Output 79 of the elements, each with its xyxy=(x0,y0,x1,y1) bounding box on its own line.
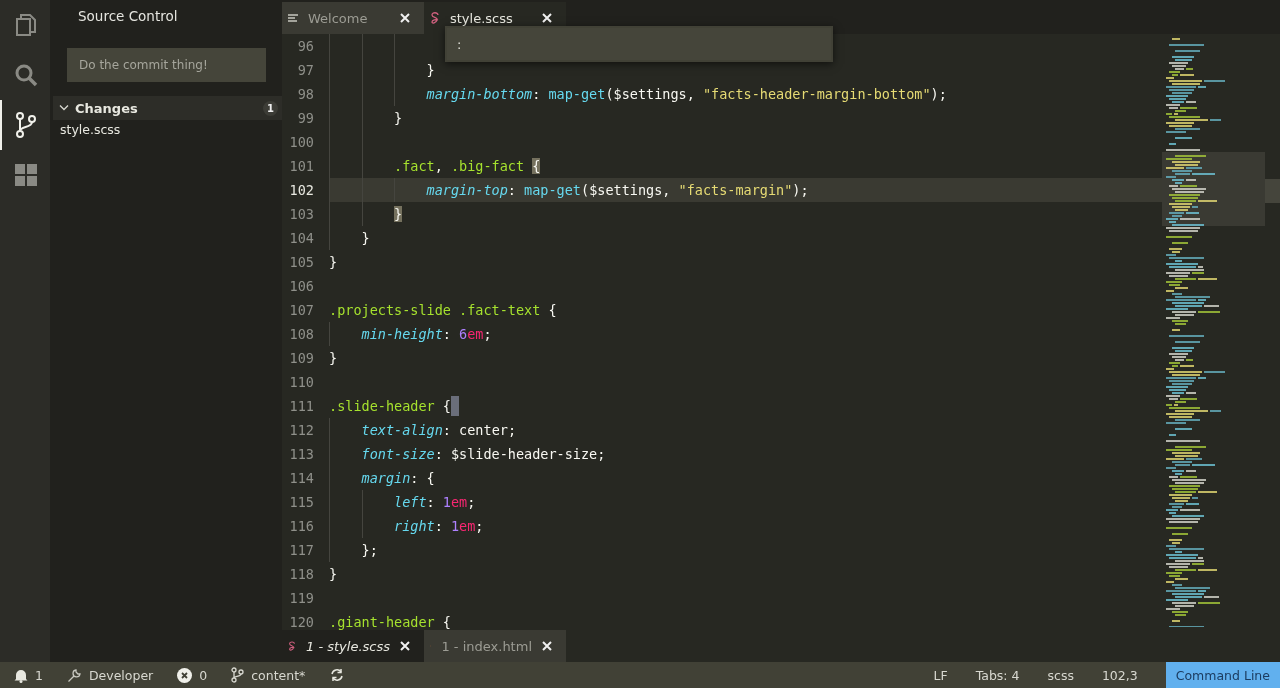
line-number: 107 xyxy=(288,302,315,318)
line-number: 104 xyxy=(288,230,315,246)
line-number: 109 xyxy=(288,350,315,366)
close-icon[interactable] xyxy=(542,641,552,651)
line-number: 115 xyxy=(288,494,315,510)
commit-message-field[interactable]: Do the commit thing! xyxy=(67,48,266,82)
status-text[interactable]: Tabs: 4 xyxy=(975,667,1020,683)
sync-icon[interactable] xyxy=(329,668,346,682)
status-text[interactable]: scss xyxy=(1047,667,1074,683)
sass-icon xyxy=(430,11,440,25)
changes-header[interactable]: Changes 1 xyxy=(53,96,282,120)
line-number: 113 xyxy=(288,446,315,462)
line-number: 118 xyxy=(288,566,315,582)
close-icon[interactable] xyxy=(400,641,410,651)
files-icon xyxy=(15,13,37,37)
code-line: margin-top: map-get($settings, "facts-margin"); xyxy=(425,182,809,198)
branch-icon xyxy=(231,667,245,683)
line-number: 96 xyxy=(296,38,315,54)
line-number: 105 xyxy=(288,254,315,270)
code-line: }; xyxy=(360,542,378,558)
sass-icon xyxy=(288,639,296,653)
code-line: margin-bottom: map-get($settings, "facts-header-margin-bottom"); xyxy=(425,86,947,102)
code-line: } xyxy=(329,254,338,270)
line-number: 108 xyxy=(288,326,315,342)
status-text[interactable]: 1 xyxy=(35,667,43,683)
code-line: .projects-slide .fact-text { xyxy=(329,302,557,318)
line-number: 117 xyxy=(288,542,315,558)
lines-icon xyxy=(288,13,298,23)
code-line: min-height: 6em; xyxy=(360,326,492,342)
error-icon xyxy=(177,667,193,683)
status-text[interactable]: LF xyxy=(933,667,948,683)
changed-file[interactable]: style.scss xyxy=(50,120,282,137)
bell-icon xyxy=(14,667,28,683)
line-number: 99 xyxy=(296,110,315,126)
line-number: 102 xyxy=(288,182,315,198)
line-number: 116 xyxy=(288,518,315,534)
code-line: } xyxy=(329,350,338,366)
editor-tab[interactable]: 1 - style.scss xyxy=(282,630,424,662)
line-number: 114 xyxy=(288,470,315,486)
status-text[interactable]: Developer xyxy=(88,667,154,683)
status-text[interactable]: content* xyxy=(251,667,306,683)
count-badge: 1 xyxy=(263,100,278,116)
search-icon xyxy=(14,63,38,87)
code-line: } xyxy=(393,110,403,126)
source-control-icon xyxy=(15,112,37,138)
code-line: } xyxy=(360,230,370,246)
code-line: .fact, .big-fact { xyxy=(393,158,541,174)
code-line: .giant-header { xyxy=(329,614,451,630)
code-line: } xyxy=(329,566,338,582)
editor-tab[interactable]: 1 - index.html xyxy=(424,630,566,662)
line-number: 119 xyxy=(288,590,315,606)
close-icon[interactable] xyxy=(400,13,410,23)
line-number: 101 xyxy=(288,158,315,174)
line-number: 112 xyxy=(288,422,315,438)
code-line: font-size: $slide-header-size; xyxy=(360,446,606,462)
line-number: 100 xyxy=(288,134,315,150)
mode-button[interactable]: Command Line xyxy=(1165,662,1280,688)
editor-tab[interactable]: Welcome xyxy=(282,2,424,34)
line-number: 120 xyxy=(288,614,315,630)
code-line: left: 1em; xyxy=(393,494,476,510)
chevron-icon xyxy=(59,105,69,111)
line-number: 111 xyxy=(288,398,315,414)
line-number: 110 xyxy=(288,374,315,390)
wrench-icon xyxy=(66,667,82,683)
status-text[interactable]: 0 xyxy=(199,667,208,683)
code-line: .slide-header { xyxy=(329,398,451,414)
code-line: } xyxy=(425,62,435,78)
line-number: 103 xyxy=(288,206,315,222)
line-number: 98 xyxy=(296,86,315,102)
command-field[interactable]: : xyxy=(447,28,831,60)
panel-title: Source Control xyxy=(77,7,179,26)
close-icon[interactable] xyxy=(542,13,552,23)
code-line: margin: { xyxy=(360,470,435,486)
code-line: text-align: center; xyxy=(360,422,517,438)
code-line: right: 1em; xyxy=(393,518,484,534)
line-number: 106 xyxy=(288,278,315,294)
extensions-icon xyxy=(15,164,37,186)
status-text[interactable]: 102,3 xyxy=(1101,667,1138,683)
line-number: 97 xyxy=(296,62,315,78)
